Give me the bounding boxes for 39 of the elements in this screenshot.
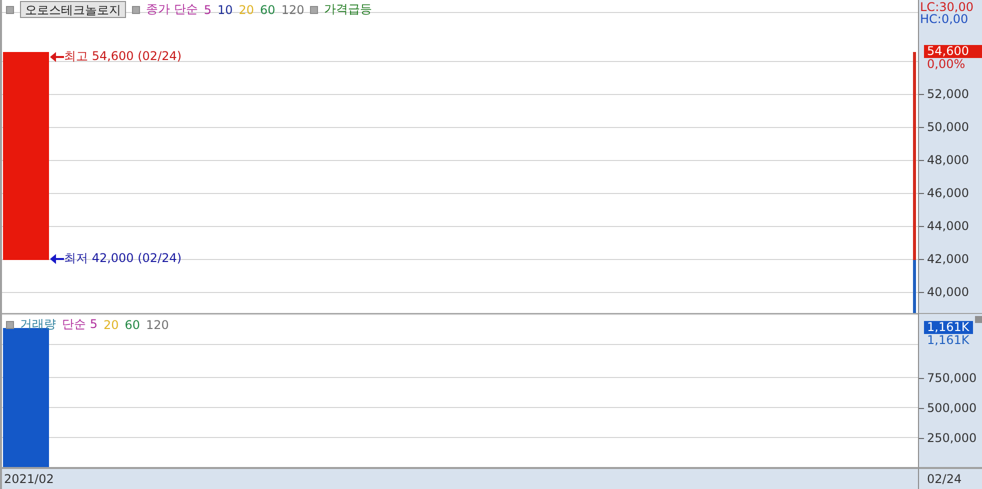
marker-icon (132, 6, 140, 14)
legend-label: 5 (204, 2, 212, 16)
axis-label: 250,000 (927, 431, 977, 445)
stock-name-button[interactable]: 오로스테크놀로지 (20, 1, 126, 18)
marker-icon (310, 6, 318, 14)
marker-icon (6, 6, 14, 14)
legend-label: 120 (281, 2, 304, 16)
arrow-icon (50, 254, 64, 264)
legend-label: 거래량 (20, 316, 56, 333)
volume-reading: 1,161K (927, 334, 970, 346)
axis-label: 50,000 (927, 120, 969, 134)
axis-label: 500,000 (927, 401, 977, 415)
legend-label: 20 (238, 2, 254, 16)
axis-label: 46,000 (927, 186, 969, 200)
high-price-label: 최고 54,600 (02/24) (64, 48, 182, 65)
lc-label: LC:30,00 (920, 1, 974, 13)
legend-label: 10 (217, 2, 233, 16)
legend-label: 단순 5 (62, 316, 98, 333)
date-label: 02/24 (927, 472, 962, 486)
period-label: 2021/02 (4, 472, 54, 486)
legend-label: 종가 단순 (146, 1, 198, 18)
legend-label: 60 (260, 2, 276, 16)
axis-label: 48,000 (927, 153, 969, 167)
axis-label: 40,000 (927, 285, 969, 299)
legend-label: 60 (124, 318, 140, 332)
axis-label: 44,000 (927, 219, 969, 233)
marker-icon (6, 320, 14, 328)
arrow-icon (50, 52, 64, 62)
change-label: 0,00% (927, 58, 966, 70)
axis-label: 52,000 (927, 87, 969, 101)
current-volume-label: 1,161K (924, 321, 973, 334)
low-price-label: 최저 42,000 (02/24) (64, 250, 182, 267)
axis-label: 750,000 (927, 371, 977, 385)
hc-label: HC:0,00 (920, 13, 968, 25)
signal-label: 가격급등 (324, 1, 372, 18)
axis-label: 42,000 (927, 252, 969, 266)
current-price-label: 54,600 (924, 45, 982, 58)
legend-label: 120 (146, 318, 169, 332)
legend-label: 20 (103, 318, 119, 332)
